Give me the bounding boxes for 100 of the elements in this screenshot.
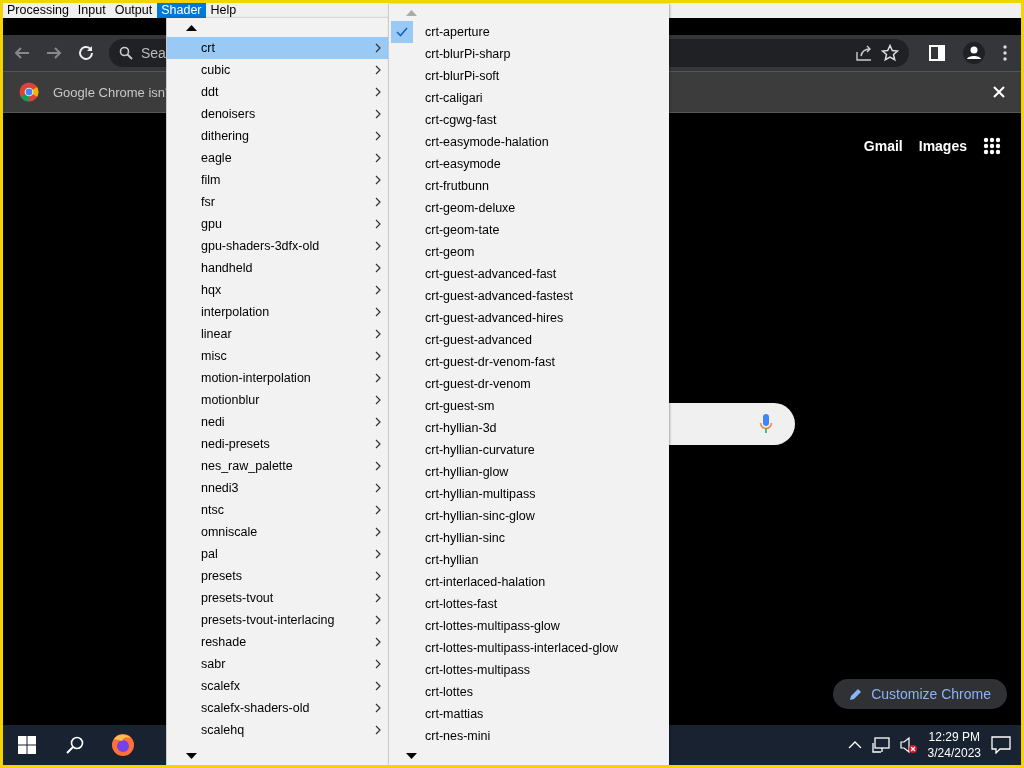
- menu-item[interactable]: crt-cgwg-fast: [389, 109, 669, 131]
- chevron-icon: [375, 285, 381, 295]
- menu-item[interactable]: denoisers: [167, 103, 389, 125]
- sidebar-icon[interactable]: [929, 45, 945, 61]
- menu-item[interactable]: presets: [167, 565, 389, 587]
- scroll-up-icon[interactable]: [186, 24, 197, 31]
- menu-item[interactable]: crt-hyllian-sinc-glow: [389, 505, 669, 527]
- menu-item[interactable]: crt-guest-advanced: [389, 329, 669, 351]
- network-icon[interactable]: [871, 737, 890, 753]
- menu-item[interactable]: reshade: [167, 631, 389, 653]
- share-icon[interactable]: [855, 44, 873, 62]
- menu-item[interactable]: crt-guest-advanced-hires: [389, 307, 669, 329]
- menu-item[interactable]: crt-easymode-halation: [389, 131, 669, 153]
- menu-item[interactable]: crt-geom-tate: [389, 219, 669, 241]
- menu-item[interactable]: crt-frutbunn: [389, 175, 669, 197]
- close-icon[interactable]: [993, 86, 1005, 98]
- menu-item[interactable]: crt-geom: [389, 241, 669, 263]
- menu-item[interactable]: crt-guest-dr-venom-fast: [389, 351, 669, 373]
- menu-item[interactable]: crt-hyllian-glow: [389, 461, 669, 483]
- menu-item[interactable]: motion-interpolation: [167, 367, 389, 389]
- menu-item[interactable]: eagle: [167, 147, 389, 169]
- menu-item[interactable]: crt-aperture: [389, 21, 669, 43]
- menu-item[interactable]: scalehq: [167, 719, 389, 741]
- menu-item[interactable]: crt-lottes-multipass: [389, 659, 669, 681]
- menu-item[interactable]: ddt: [167, 81, 389, 103]
- menu-item[interactable]: crt-hyllian-sinc: [389, 527, 669, 549]
- chevron-icon: [375, 109, 381, 119]
- menu-bar-item[interactable]: Input: [73, 3, 110, 18]
- star-icon[interactable]: [881, 44, 899, 62]
- menu-item[interactable]: film: [167, 169, 389, 191]
- menu-icon[interactable]: [1003, 45, 1007, 61]
- menu-item[interactable]: crt-geom-deluxe: [389, 197, 669, 219]
- menu-item[interactable]: crt-nes-mini: [389, 725, 669, 747]
- chevron-icon: [375, 373, 381, 383]
- profile-icon[interactable]: [963, 42, 985, 64]
- volume-muted-icon[interactable]: [899, 736, 918, 754]
- menu-item[interactable]: crt-mattias: [389, 703, 669, 725]
- menu-item[interactable]: crt-guest-advanced-fastest: [389, 285, 669, 307]
- menu-item[interactable]: crt-guest-sm: [389, 395, 669, 417]
- menu-item[interactable]: crt-guest-advanced-fast: [389, 263, 669, 285]
- microphone-icon[interactable]: [759, 414, 773, 434]
- chevron-icon: [375, 593, 381, 603]
- menu-item[interactable]: crt-lottes-fast: [389, 593, 669, 615]
- menu-item[interactable]: crt-lottes: [389, 681, 669, 703]
- apps-grid-icon[interactable]: [983, 137, 1001, 155]
- menu-bar-item[interactable]: Processing: [3, 3, 73, 18]
- menu-item[interactable]: presets-tvout-interlacing: [167, 609, 389, 631]
- chevron-up-icon[interactable]: [847, 741, 862, 749]
- clock-time[interactable]: 12:29 PM: [928, 729, 980, 745]
- menu-item[interactable]: crt-lottes-multipass-glow: [389, 615, 669, 637]
- reload-icon[interactable]: [77, 44, 95, 62]
- menu-bar-item[interactable]: Shader: [157, 3, 206, 18]
- menu-item[interactable]: motionblur: [167, 389, 389, 411]
- menu-item[interactable]: interpolation: [167, 301, 389, 323]
- menu-item[interactable]: presets-tvout: [167, 587, 389, 609]
- windows-start-icon[interactable]: [18, 736, 36, 754]
- menu-item[interactable]: hqx: [167, 279, 389, 301]
- menu-item[interactable]: nnedi3: [167, 477, 389, 499]
- menu-item[interactable]: cubic: [167, 59, 389, 81]
- menu-item[interactable]: sabr: [167, 653, 389, 675]
- menu-item[interactable]: crt-blurPi-sharp: [389, 43, 669, 65]
- menu-item[interactable]: crt-guest-dr-venom: [389, 373, 669, 395]
- header-link[interactable]: Images: [918, 138, 967, 154]
- menu-item[interactable]: crt-hyllian: [389, 549, 669, 571]
- scroll-down-icon[interactable]: [406, 753, 417, 759]
- menu-item[interactable]: scalefx-shaders-old: [167, 697, 389, 719]
- menu-item[interactable]: crt-easymode: [389, 153, 669, 175]
- customize-chrome-button[interactable]: Customize Chrome: [833, 679, 1007, 709]
- header-link[interactable]: Gmail: [863, 138, 903, 154]
- menu-item[interactable]: crt-hyllian-3d: [389, 417, 669, 439]
- search-icon[interactable]: [66, 736, 84, 754]
- scroll-down-icon[interactable]: [186, 753, 197, 759]
- chevron-icon: [375, 131, 381, 141]
- menu-bar-item[interactable]: Help: [206, 3, 241, 18]
- notification-icon[interactable]: [991, 736, 1011, 754]
- menu-item[interactable]: nedi-presets: [167, 433, 389, 455]
- menu-item[interactable]: pal: [167, 543, 389, 565]
- menu-item[interactable]: crt-lottes-multipass-interlaced-glow: [389, 637, 669, 659]
- menu-item[interactable]: omniscale: [167, 521, 389, 543]
- menu-item[interactable]: crt-interlaced-halation: [389, 571, 669, 593]
- menu-item[interactable]: fsr: [167, 191, 389, 213]
- menu-item[interactable]: nes_raw_palette: [167, 455, 389, 477]
- menu-item[interactable]: crt-blurPi-soft: [389, 65, 669, 87]
- menu-item[interactable]: linear: [167, 323, 389, 345]
- clock-date[interactable]: 3/24/2023: [927, 745, 981, 761]
- menu-item[interactable]: gpu: [167, 213, 389, 235]
- menu-item[interactable]: crt-hyllian-curvature: [389, 439, 669, 461]
- menu-bar-item[interactable]: Output: [110, 3, 157, 18]
- menu-item[interactable]: handheld: [167, 257, 389, 279]
- menu-item[interactable]: scalefx: [167, 675, 389, 697]
- menu-item[interactable]: nedi: [167, 411, 389, 433]
- menu-item[interactable]: ntsc: [167, 499, 389, 521]
- chevron-icon: [375, 703, 381, 713]
- menu-item[interactable]: dithering: [167, 125, 389, 147]
- menu-item[interactable]: misc: [167, 345, 389, 367]
- firefox-icon[interactable]: [111, 733, 135, 757]
- menu-item[interactable]: crt-hyllian-multipass: [389, 483, 669, 505]
- menu-item[interactable]: crt-caligari: [389, 87, 669, 109]
- menu-item[interactable]: gpu-shaders-3dfx-old: [167, 235, 389, 257]
- menu-item[interactable]: crt: [167, 37, 389, 59]
